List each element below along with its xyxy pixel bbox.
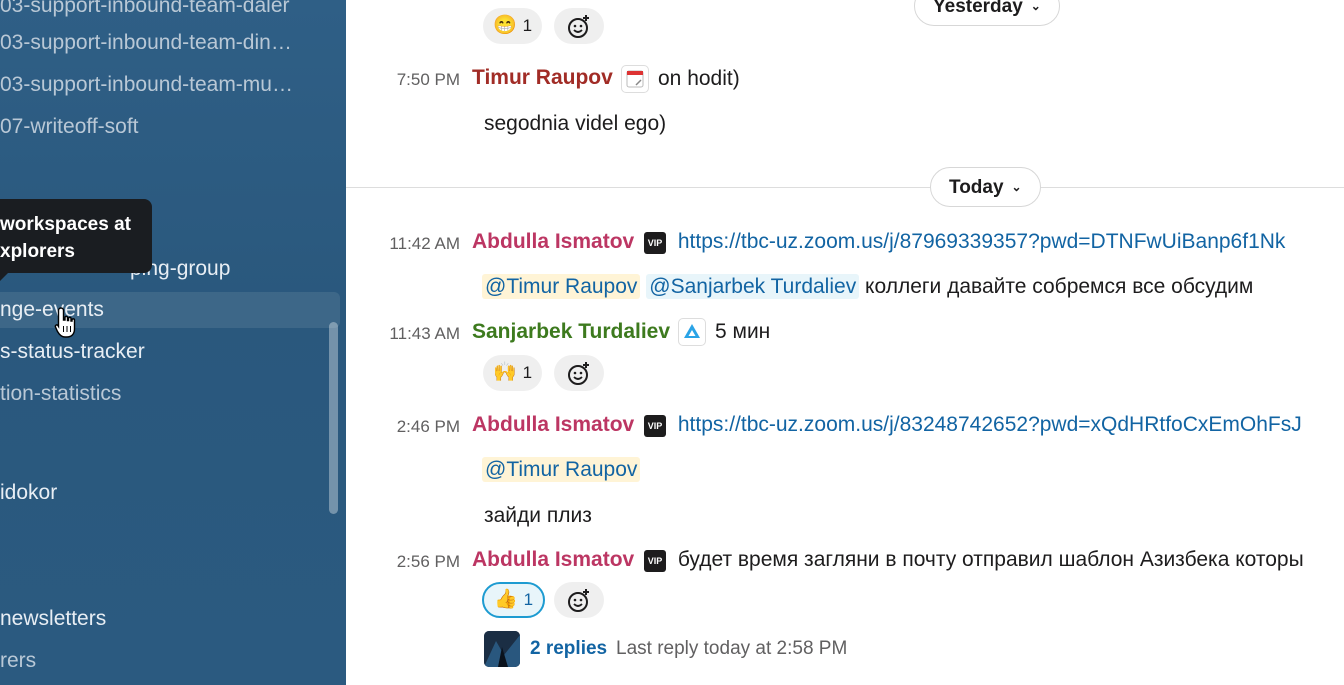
user-mention[interactable]: @Timur Raupov [482,274,641,299]
date-divider-label: Today [949,177,1004,198]
sidebar-channel[interactable]: 03-support-inbound-team-din… [0,25,292,61]
reaction-thumbs-up[interactable]: 👍 1 [482,582,546,618]
vip-badge-icon: VIP [644,550,666,572]
sidebar-scrollbar[interactable] [329,322,338,514]
user-mention[interactable]: @Timur Raupov [482,457,641,482]
hand-pointer-icon [54,307,76,338]
message-author[interactable]: Abdulla Ismatov [472,548,634,572]
status-emoji-icon [678,318,706,346]
message-text: 5 мин [715,320,771,343]
date-divider-yesterday[interactable]: Yesterday ⌄ [914,0,1060,26]
thread-last-reply: Last reply today at 2:58 PM [616,638,848,659]
add-reaction-icon [568,589,589,612]
reaction-count: 1 [523,590,534,609]
sidebar-channel[interactable]: tion-statistics [0,376,121,412]
vip-badge-icon: VIP [644,415,666,437]
avatar[interactable] [484,631,520,667]
sidebar-channel[interactable]: rers [0,643,36,679]
message-link[interactable]: https://tbc-uz.zoom.us/j/83248742652?pwd… [678,413,1302,436]
reaction-count: 1 [522,16,533,35]
reaction-count: 1 [522,363,533,382]
add-reaction-button[interactable] [554,582,604,618]
message-text-line: @Timur Raupov @Sanjarbek Turdaliev колле… [482,274,1254,299]
message-author[interactable]: Sanjarbek Turdaliev [472,320,670,344]
sidebar-channel[interactable]: idokor [0,475,57,511]
user-mention[interactable]: @Sanjarbek Turdaliev [646,274,860,299]
add-reaction-icon [568,15,589,38]
reaction-raised-hands[interactable]: 🙌 1 [483,355,543,391]
message-text: segodnia videl ego) [484,112,667,135]
calendar-status-icon [621,65,649,93]
message-text: будет время загляни в почту отправил шаб… [677,548,1304,571]
sidebar-channel[interactable]: 07-writeoff-soft [0,109,139,145]
thumbs-up-emoji-icon: 👍 [494,589,518,610]
tooltip-line: xplorers [0,241,75,262]
message-link[interactable]: https://tbc-uz.zoom.us/j/87969339357?pwd… [678,230,1286,253]
tooltip: workspaces at xplorers [0,199,152,281]
tooltip-line: workspaces at [0,214,131,235]
vip-badge-icon: VIP [644,232,666,254]
chevron-down-icon: ⌄ [1030,0,1041,13]
add-reaction-button[interactable] [554,355,604,391]
message-timestamp[interactable]: 11:42 AM [346,234,460,254]
reaction-grin[interactable]: 😁 1 [483,8,543,44]
sidebar: 03-support-inbound-team-daler 03-support… [0,0,346,685]
message-author[interactable]: Timur Raupov [472,66,613,90]
sidebar-channel[interactable]: 03-support-inbound-team-mu… [0,67,293,103]
sidebar-channel[interactable]: newsletters [0,601,106,637]
message-pane: 😁 1 Yesterday ⌄ 7:50 PM Timur Raupov on ho… [346,0,1344,685]
chevron-down-icon: ⌄ [1011,180,1022,194]
grin-emoji-icon: 😁 [493,15,517,36]
add-reaction-icon [568,362,589,385]
message-author[interactable]: Abdulla Ismatov [472,230,634,254]
date-divider-label: Yesterday [933,0,1023,17]
message-author[interactable]: Abdulla Ismatov [472,413,634,437]
message-timestamp[interactable]: 11:43 AM [346,324,460,344]
message-timestamp[interactable]: 2:46 PM [346,417,460,437]
raised-hands-emoji-icon: 🙌 [493,362,517,383]
message-text: on hodit) [658,67,740,90]
sidebar-channel-active[interactable]: nge-events [0,292,340,328]
message-timestamp[interactable]: 2:56 PM [346,552,460,572]
message-timestamp[interactable]: 7:50 PM [346,70,460,90]
date-divider-line [346,187,1344,188]
date-divider-today[interactable]: Today ⌄ [930,167,1041,207]
add-reaction-button[interactable] [554,8,604,44]
sidebar-channel[interactable]: 03-support-inbound-team-daler [0,0,290,24]
message-text: коллеги давайте собремся все обсудим [865,275,1254,298]
message-text: зайди плиз [484,504,592,527]
thread-replies-link[interactable]: 2 replies [530,638,607,660]
